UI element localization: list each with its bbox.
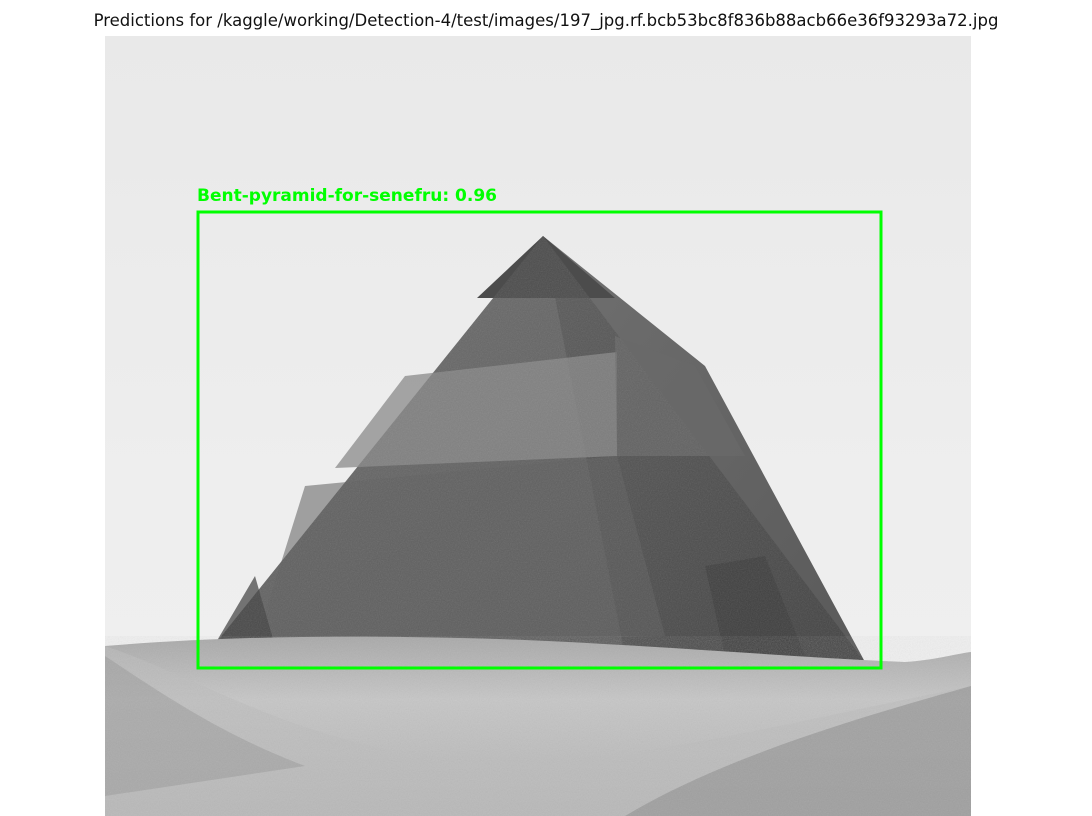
- figure-title: Predictions for /kaggle/working/Detectio…: [93, 11, 999, 30]
- photo-frame: Bent-pyramid-for-senefru: 0.96: [105, 36, 971, 816]
- desert-sand: [105, 636, 971, 816]
- detection-label: Bent-pyramid-for-senefru: 0.96: [197, 186, 497, 206]
- pyramid-photo: Bent-pyramid-for-senefru: 0.96: [105, 36, 971, 816]
